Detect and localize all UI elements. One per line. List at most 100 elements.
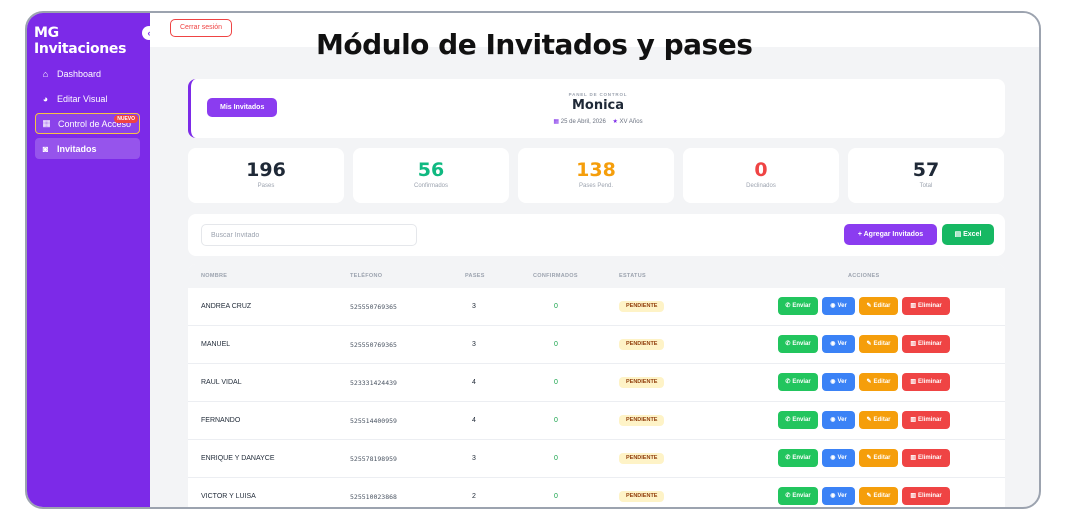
trash-icon: ▥ — [910, 455, 916, 461]
trash-icon: ▥ — [910, 417, 916, 423]
view-button[interactable]: ◉ Ver — [822, 411, 855, 429]
eye-icon: ◉ — [830, 455, 836, 461]
whatsapp-icon: ✆ — [785, 303, 791, 309]
edit-label: Editar — [873, 493, 891, 499]
send-button[interactable]: ✆ Enviar — [778, 373, 818, 391]
stat-card-confirmados: 56 Confirmados — [353, 148, 509, 203]
delete-button[interactable]: ▥ Eliminar — [902, 449, 950, 467]
view-label: Ver — [837, 417, 847, 423]
excel-label: Excel — [963, 231, 982, 238]
search-input[interactable] — [201, 224, 417, 246]
event-meta: ▦ 25 de Abril, 2026 ★ XV Años — [191, 118, 1005, 125]
sidebar-item-control-de-acceso[interactable]: ▦ Control de Acceso NUEVO — [35, 113, 140, 134]
stat-value: 56 — [417, 159, 445, 181]
edit-button[interactable]: ✎ Editar — [859, 487, 898, 505]
view-button[interactable]: ◉ Ver — [822, 297, 855, 315]
edit-button[interactable]: ✎ Editar — [859, 411, 898, 429]
send-button[interactable]: ✆ Enviar — [778, 449, 818, 467]
calendar-icon: ▦ — [553, 119, 560, 125]
delete-button[interactable]: ▥ Eliminar — [902, 297, 950, 315]
module-title: Módulo de Invitados y pases — [316, 28, 753, 61]
status-badge: PENDIENTE — [619, 376, 665, 388]
view-label: Ver — [837, 455, 847, 461]
edit-button[interactable]: ✎ Editar — [859, 335, 898, 353]
guest-status: PENDIENTE — [619, 402, 665, 440]
star-icon: ★ — [612, 119, 618, 125]
column-header-status[interactable]: ESTATUS — [619, 264, 646, 288]
edit-icon: ✎ — [866, 379, 872, 385]
eye-icon: ◉ — [830, 493, 836, 499]
sidebar-item-invitados[interactable]: ◙ Invitados — [35, 138, 140, 159]
view-label: Ver — [837, 341, 847, 347]
guest-confirmed: 0 — [554, 303, 558, 310]
control-panel-card: Mis Invitados PANEL DE CONTROL Monica ▦ … — [188, 79, 1005, 138]
guest-status: PENDIENTE — [619, 440, 665, 478]
edit-icon: ✎ — [866, 303, 872, 309]
guest-table: NOMBRE TELÉFONO PASES CONFIRMADOS ESTATU… — [188, 264, 1005, 507]
sidebar-item-dashboard[interactable]: ⌂ Dashboard — [35, 63, 140, 84]
sidebar-item-label: Invitados — [57, 143, 97, 154]
view-button[interactable]: ◉ Ver — [822, 335, 855, 353]
edit-button[interactable]: ✎ Editar — [859, 373, 898, 391]
eye-icon: ◉ — [830, 303, 836, 309]
guest-passes: 2 — [472, 493, 476, 500]
edit-button[interactable]: ✎ Editar — [859, 449, 898, 467]
view-label: Ver — [837, 493, 847, 499]
add-guests-button[interactable]: + Agregar Invitados — [844, 224, 937, 245]
guest-phone: 525578198959 — [350, 455, 397, 463]
send-label: Enviar — [792, 379, 811, 385]
send-button[interactable]: ✆ Enviar — [778, 487, 818, 505]
guest-passes: 3 — [472, 303, 476, 310]
eye-icon: ◉ — [830, 379, 836, 385]
whatsapp-icon: ✆ — [785, 455, 791, 461]
status-badge: PENDIENTE — [619, 414, 665, 426]
delete-button[interactable]: ▥ Eliminar — [902, 373, 950, 391]
column-header-name[interactable]: NOMBRE — [201, 264, 227, 288]
guest-confirmed: 0 — [554, 417, 558, 424]
sidebar: MG Invitaciones ‹ ⌂ Dashboard ◕ Editar V… — [27, 13, 156, 507]
column-header-passes[interactable]: PASES — [465, 264, 485, 288]
whatsapp-icon: ✆ — [785, 341, 791, 347]
excel-button[interactable]: ▤ Excel — [942, 224, 994, 245]
edit-button[interactable]: ✎ Editar — [859, 297, 898, 315]
stat-value: 57 — [912, 159, 940, 181]
view-button[interactable]: ◉ Ver — [822, 487, 855, 505]
edit-icon: ✎ — [866, 455, 872, 461]
delete-button[interactable]: ▥ Eliminar — [902, 487, 950, 505]
stat-card-pases-pend: 138 Pases Pend. — [518, 148, 674, 203]
view-button[interactable]: ◉ Ver — [822, 373, 855, 391]
column-header-phone[interactable]: TELÉFONO — [350, 264, 382, 288]
logout-button[interactable]: Cerrar sesión — [170, 19, 233, 37]
app-window: MG Invitaciones ‹ ⌂ Dashboard ◕ Editar V… — [25, 11, 1041, 509]
table-row: ENRIQUE Y DANAYCE 525578198959 3 0 PENDI… — [188, 440, 1005, 478]
send-button[interactable]: ✆ Enviar — [778, 411, 818, 429]
guest-name: ENRIQUE Y DANAYCE — [201, 455, 275, 462]
guest-toolbar: + Agregar Invitados ▤ Excel — [188, 214, 1005, 256]
status-badge: PENDIENTE — [619, 490, 665, 502]
delete-button[interactable]: ▥ Eliminar — [902, 411, 950, 429]
send-label: Enviar — [792, 455, 811, 461]
event-type: XV Años — [619, 119, 643, 125]
guest-phone: 525514400959 — [350, 417, 397, 425]
whatsapp-icon: ✆ — [785, 417, 791, 423]
view-button[interactable]: ◉ Ver — [822, 449, 855, 467]
send-button[interactable]: ✆ Enviar — [778, 335, 818, 353]
eye-icon: ◉ — [830, 417, 836, 423]
table-header: NOMBRE TELÉFONO PASES CONFIRMADOS ESTATU… — [188, 264, 1005, 288]
eye-icon: ◉ — [830, 341, 836, 347]
trash-icon: ▥ — [910, 341, 916, 347]
stat-label: Confirmados — [413, 183, 448, 189]
guest-passes: 3 — [472, 341, 476, 348]
host-name: Monica — [571, 98, 625, 113]
status-badge: PENDIENTE — [619, 452, 665, 464]
guest-confirmed: 0 — [554, 341, 558, 348]
guest-confirmed: 0 — [554, 493, 558, 500]
guest-confirmed: 0 — [554, 379, 558, 386]
delete-label: Eliminar — [917, 493, 942, 499]
edit-label: Editar — [873, 455, 891, 461]
send-button[interactable]: ✆ Enviar — [778, 297, 818, 315]
delete-button[interactable]: ▥ Eliminar — [902, 335, 950, 353]
column-header-confirmed[interactable]: CONFIRMADOS — [533, 264, 578, 288]
guest-name: VICTOR Y LUISA — [201, 493, 256, 500]
sidebar-item-editar-visual[interactable]: ◕ Editar Visual — [35, 88, 140, 109]
